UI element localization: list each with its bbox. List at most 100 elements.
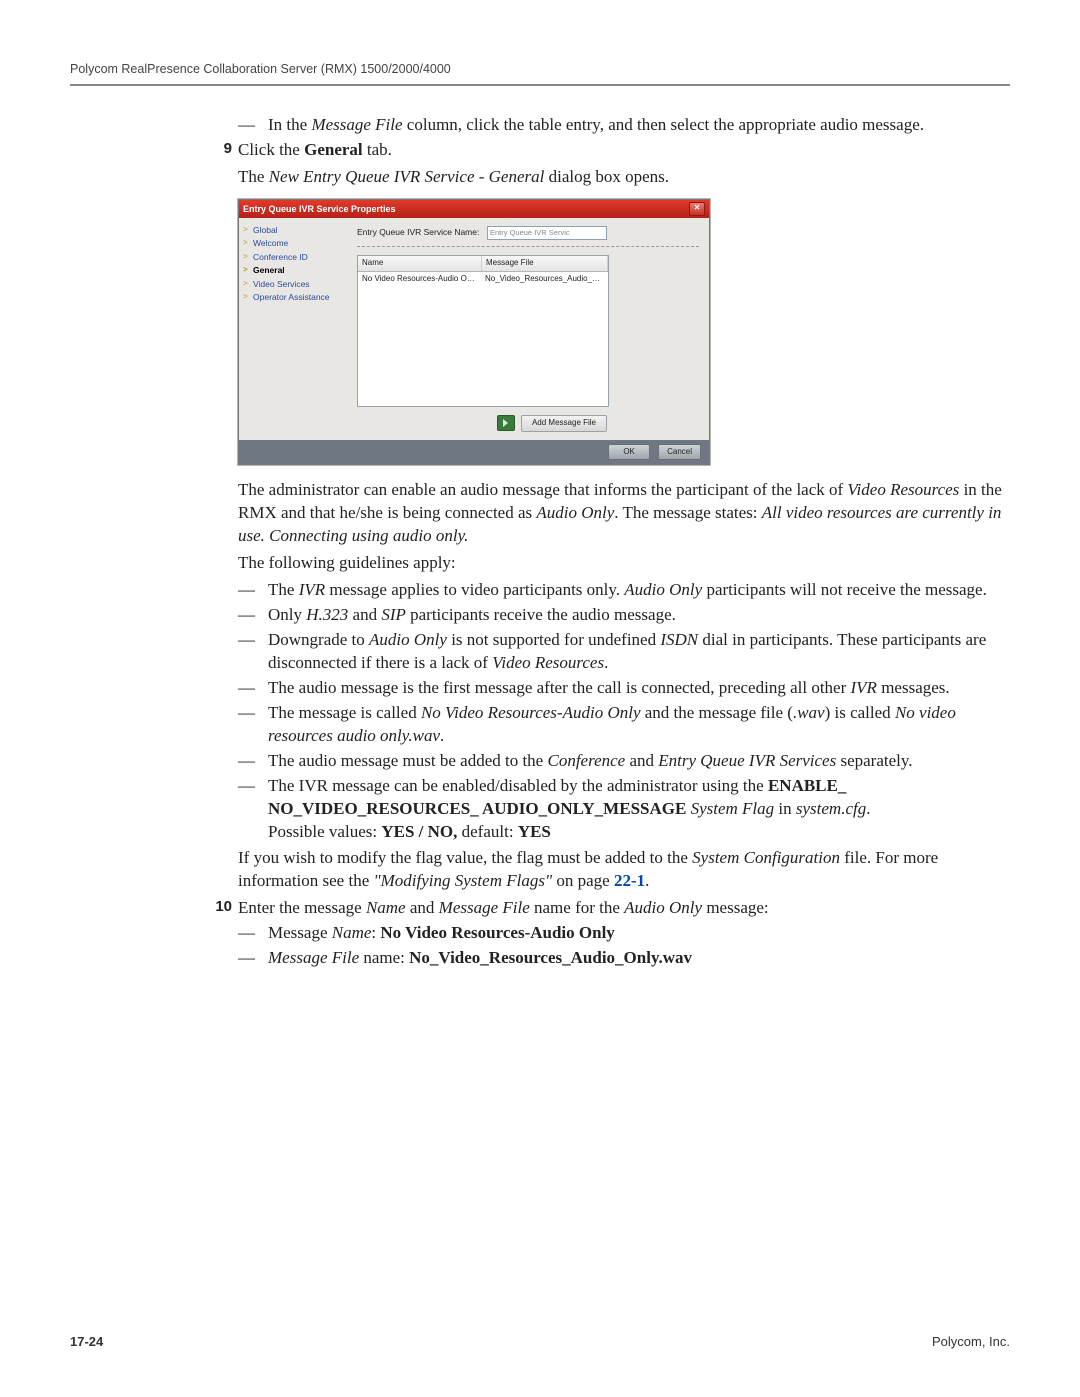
text: . [866, 799, 870, 818]
flag-paragraph: If you wish to modify the flag value, th… [238, 847, 1010, 893]
text-bold: General [304, 140, 363, 159]
text-italic: System Configuration [692, 848, 840, 867]
text-italic: .wav [793, 703, 825, 722]
step-10: 10 Enter the message Name and Message Fi… [238, 897, 1010, 920]
text: participants receive the audio message. [406, 605, 676, 624]
text: The IVR message can be enabled/disabled … [268, 776, 768, 795]
text: and [406, 898, 439, 917]
nav-global[interactable]: Global [243, 224, 343, 237]
text: The [238, 167, 269, 186]
cell-file: No_Video_Resources_Audio_Only.wav [481, 272, 608, 287]
text: name for the [530, 898, 624, 917]
text-italic: "Modifying System Flags" [374, 871, 553, 890]
guidelines-intro: The following guidelines apply: [238, 552, 1010, 575]
cell-name: No Video Resources-Audio Only [358, 272, 481, 287]
text-italic: Audio Only [369, 630, 447, 649]
text: separately. [836, 751, 912, 770]
text: message applies to video participants on… [325, 580, 624, 599]
text-italic: H.323 [306, 605, 348, 624]
dialog-screenshot: Entry Queue IVR Service Properties ✕ Glo… [238, 199, 1010, 466]
text-italic: System Flag [691, 799, 775, 818]
dialog-divider [357, 246, 699, 247]
text-italic: IVR [299, 580, 325, 599]
text: and [625, 751, 658, 770]
guideline-4: — The audio message is the first message… [238, 677, 1010, 700]
text: Enter the message [238, 898, 366, 917]
nav-operator-assistance[interactable]: Operator Assistance [243, 291, 343, 304]
text: . [440, 726, 444, 745]
s10-item-2: — Message File name: No_Video_Resources_… [238, 947, 1010, 970]
text-italic: Audio Only [624, 898, 702, 917]
text: name: [359, 948, 409, 967]
text-italic: Message File [311, 115, 402, 134]
text-italic: Video Resources [847, 480, 959, 499]
col-name[interactable]: Name [358, 256, 482, 271]
ok-button[interactable]: OK [608, 444, 650, 461]
text-italic: Audio Only [624, 580, 702, 599]
col-message-file[interactable]: Message File [482, 256, 608, 271]
text-bold: No_Video_Resources_Audio_Only.wav [409, 948, 692, 967]
page-link-22-1[interactable]: 22-1 [614, 871, 645, 890]
running-header: Polycom RealPresence Collaboration Serve… [70, 62, 1010, 76]
dialog-nav: Global Welcome Conference ID General Vid… [239, 218, 347, 440]
dash-item-message-file: — In the Message File column, click the … [238, 114, 1010, 137]
nav-video-services[interactable]: Video Services [243, 278, 343, 291]
page-footer: 17-24 Polycom, Inc. [70, 1334, 1010, 1349]
text-italic: Video Resources [492, 653, 604, 672]
em-dash: — [238, 604, 268, 627]
step-text: Enter the message Name and Message File … [238, 897, 1010, 920]
text: messages. [877, 678, 950, 697]
em-dash: — [238, 750, 268, 773]
text-bold: YES [518, 822, 551, 841]
dash-text: Message File name: No_Video_Resources_Au… [268, 947, 1010, 970]
dash-text: Downgrade to Audio Only is not supported… [268, 629, 1010, 675]
text: The administrator can enable an audio me… [238, 480, 847, 499]
text-bold: No Video Resources-Audio Only [380, 923, 614, 942]
text: and [348, 605, 381, 624]
guideline-7: — The IVR message can be enabled/disable… [238, 775, 1010, 844]
text-italic: New Entry Queue IVR Service - General [269, 167, 545, 186]
dialog-body: Global Welcome Conference ID General Vid… [239, 218, 709, 440]
close-icon[interactable]: ✕ [689, 202, 705, 216]
nav-general[interactable]: General [243, 264, 343, 277]
em-dash: — [238, 922, 268, 945]
dash-text: The message is called No Video Resources… [268, 702, 1010, 748]
em-dash: — [238, 579, 268, 602]
s10-item-1: — Message Name: No Video Resources-Audio… [238, 922, 1010, 945]
text: The audio message must be added to the [268, 751, 547, 770]
nav-welcome[interactable]: Welcome [243, 237, 343, 250]
table-row[interactable]: No Video Resources-Audio Only No_Video_R… [358, 272, 608, 287]
guideline-2: — Only H.323 and SIP participants receiv… [238, 604, 1010, 627]
text: tab. [363, 140, 392, 159]
text: Click the [238, 140, 304, 159]
admin-paragraph: The administrator can enable an audio me… [238, 479, 1010, 548]
header-rule [70, 84, 1010, 86]
add-message-file-button[interactable]: Add Message File [521, 415, 607, 432]
cancel-button[interactable]: Cancel [658, 444, 701, 461]
ivr-properties-dialog: Entry Queue IVR Service Properties ✕ Glo… [238, 199, 710, 466]
guideline-3: — Downgrade to Audio Only is not support… [238, 629, 1010, 675]
step-number: 9 [204, 139, 238, 162]
dash-text: The IVR message applies to video partici… [268, 579, 1010, 602]
nav-conference-id[interactable]: Conference ID [243, 251, 343, 264]
text-italic: IVR [851, 678, 877, 697]
dash-text: Only H.323 and SIP participants receive … [268, 604, 1010, 627]
text: on page [552, 871, 614, 890]
text-italic: SIP [381, 605, 406, 624]
text-italic: Conference [547, 751, 625, 770]
play-icon[interactable] [497, 415, 515, 431]
dash-text: The audio message must be added to the C… [268, 750, 1010, 773]
text-italic: Name [366, 898, 406, 917]
dialog-footer: OK Cancel [239, 440, 709, 465]
service-name-row: Entry Queue IVR Service Name: Entry Queu… [357, 226, 699, 240]
document-page: Polycom RealPresence Collaboration Serve… [0, 0, 1080, 1397]
step-9-caption: The New Entry Queue IVR Service - Genera… [238, 166, 1010, 189]
step-10-sublist: — Message Name: No Video Resources-Audio… [238, 922, 1010, 970]
em-dash: — [238, 629, 268, 675]
dialog-titlebar: Entry Queue IVR Service Properties ✕ [239, 200, 709, 218]
service-name-input[interactable]: Entry Queue IVR Servic [487, 226, 607, 240]
add-message-row: Add Message File [357, 415, 607, 432]
dash-text: In the Message File column, click the ta… [268, 114, 1010, 137]
em-dash: — [238, 947, 268, 970]
em-dash: — [238, 114, 268, 137]
